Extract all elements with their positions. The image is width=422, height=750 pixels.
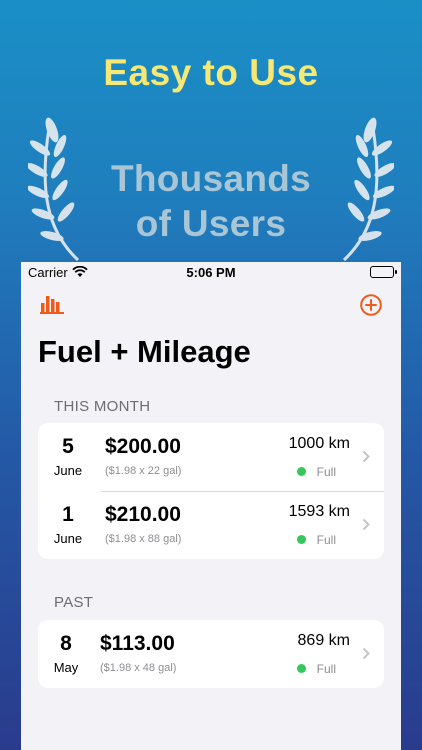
- section-header-this-month: THIS MONTH: [54, 398, 151, 415]
- entry-distance: 1593 km: [288, 503, 350, 520]
- entry-day: 1: [62, 503, 74, 526]
- entry-day: 5: [62, 435, 74, 458]
- chevron-right-icon: [362, 647, 370, 660]
- entry-distance: 869 km: [297, 632, 350, 649]
- entry-month: May: [53, 660, 79, 675]
- award-line-1: Thousands: [110, 158, 312, 199]
- entry-amount: $210.00: [105, 503, 181, 526]
- award-line-2: of Users: [135, 203, 287, 244]
- this-month-list: 5 June $200.00 ($1.98 x 22 gal) 1000 km …: [38, 423, 384, 559]
- phone-screen: Carrier 5:06 PM Fuel + Mileage THIS MONT…: [21, 262, 401, 750]
- status-dot-icon: [297, 535, 306, 544]
- entry-status: Full: [316, 465, 336, 479]
- battery-icon: [370, 266, 397, 278]
- entry-price-detail: ($1.98 x 22 gal): [105, 465, 182, 477]
- chevron-right-icon: [362, 518, 370, 531]
- status-bar: Carrier 5:06 PM: [21, 262, 401, 284]
- entry-price-detail: ($1.98 x 88 gal): [105, 533, 182, 545]
- entry-distance: 1000 km: [288, 435, 350, 452]
- status-time: 5:06 PM: [186, 265, 236, 280]
- entry-month: June: [53, 531, 83, 546]
- entry-amount: $113.00: [100, 632, 175, 655]
- entry-price-detail: ($1.98 x 48 gal): [100, 662, 177, 674]
- section-header-past: PAST: [54, 594, 94, 611]
- entry-amount: $200.00: [105, 435, 181, 458]
- entry-day: 8: [60, 632, 72, 655]
- promo-headline: Easy to Use: [103, 52, 319, 93]
- status-dot-icon: [297, 467, 306, 476]
- fuel-entry-row[interactable]: 5 June $200.00 ($1.98 x 22 gal) 1000 km …: [38, 423, 384, 491]
- entry-status: Full: [316, 533, 336, 547]
- entry-month: June: [53, 463, 83, 478]
- plus-circle-icon[interactable]: [360, 294, 382, 316]
- status-dot-icon: [297, 664, 306, 673]
- bar-chart-icon[interactable]: [40, 294, 64, 314]
- entry-status: Full: [316, 662, 336, 676]
- chevron-right-icon: [362, 450, 370, 463]
- page-title: Fuel + Mileage: [38, 334, 251, 369]
- fuel-entry-row[interactable]: 8 May $113.00 ($1.98 x 48 gal) 869 km Fu…: [38, 620, 384, 688]
- fuel-entry-row[interactable]: 1 June $210.00 ($1.98 x 88 gal) 1593 km …: [38, 491, 384, 559]
- past-list: 8 May $113.00 ($1.98 x 48 gal) 869 km Fu…: [38, 620, 384, 688]
